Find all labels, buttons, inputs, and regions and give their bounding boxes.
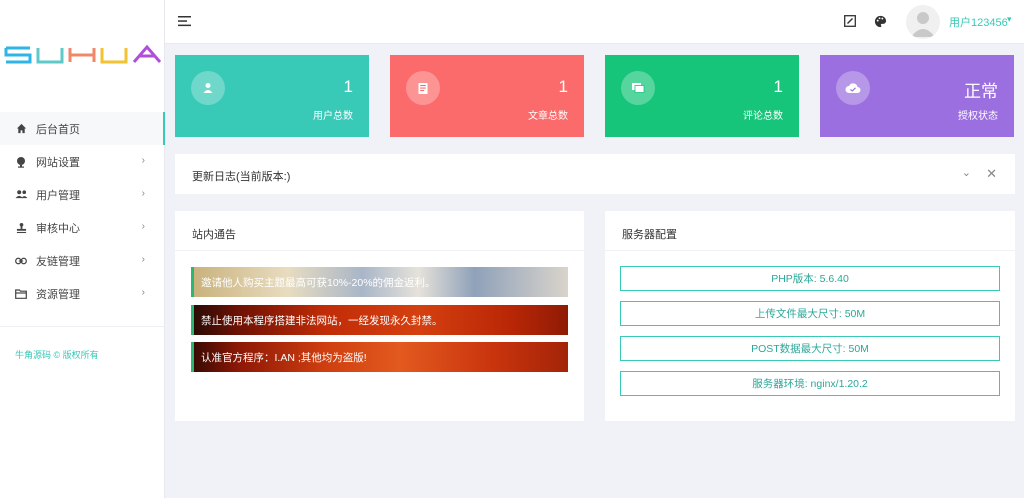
sidebar-item-review[interactable]: 审核中心 › xyxy=(0,211,165,244)
sidebar-footer: 牛角源码 © 版权所有 xyxy=(15,350,99,360)
folder-icon xyxy=(14,287,28,301)
stat-label: 文章总数 xyxy=(528,111,568,122)
server-info-post: POST数据最大尺寸: 50M xyxy=(620,336,1000,361)
stat-value: 1 xyxy=(558,77,568,96)
stat-value: 1 xyxy=(343,77,353,96)
server-info-php: PHP版本: 5.6.40 xyxy=(620,266,1000,291)
notice-item[interactable]: 禁止使用本程序搭建非法网站，一经发现永久封禁。 xyxy=(191,305,568,335)
home-icon xyxy=(14,122,28,136)
top-header: 用户123456 ▾ xyxy=(165,0,1024,44)
menu-toggle-icon[interactable] xyxy=(177,14,193,28)
sidebar-item-site-settings[interactable]: 网站设置 › xyxy=(0,145,165,178)
user-icon xyxy=(191,71,225,105)
stat-card-comments: 1 评论总数 xyxy=(605,55,799,137)
caret-down-icon[interactable]: ▾ xyxy=(1007,14,1012,25)
notice-panel: 站内通告 邀请他人购买主题最高可获10%-20%的佣金返利。 禁止使用本程序搭建… xyxy=(175,211,584,421)
notice-item[interactable]: 认准官方程序：I.AN ;其他均为盗版! xyxy=(191,342,568,372)
sidebar-item-home[interactable]: 后台首页 xyxy=(0,112,165,145)
chevron-down-icon[interactable]: ⌄ xyxy=(962,166,971,179)
users-icon xyxy=(14,188,28,202)
server-panel-title: 服务器配置 xyxy=(622,229,677,241)
cloud-check-icon xyxy=(836,71,870,105)
server-config-panel: 服务器配置 PHP版本: 5.6.40 上传文件最大尺寸: 50M POST数据… xyxy=(605,211,1015,421)
chevron-right-icon: › xyxy=(141,188,145,199)
notice-item[interactable]: 邀请他人购买主题最高可获10%-20%的佣金返利。 xyxy=(191,267,568,297)
divider xyxy=(175,250,584,251)
stamp-icon xyxy=(14,221,28,235)
divider xyxy=(605,250,1015,251)
stat-card-users: 1 用户总数 xyxy=(175,55,369,137)
sidebar-item-resources[interactable]: 资源管理 › xyxy=(0,277,165,310)
username[interactable]: 用户123456 xyxy=(949,14,1008,30)
chevron-right-icon: › xyxy=(141,254,145,265)
link-icon xyxy=(14,254,28,268)
server-info-env: 服务器环境: nginx/1.20.2 xyxy=(620,371,1000,396)
stat-value: 正常 xyxy=(964,82,998,101)
comment-icon xyxy=(621,71,655,105)
update-log-panel: 更新日志(当前版本:) ⌄ ✕ xyxy=(175,154,1015,194)
sidebar-item-label: 后台首页 xyxy=(36,123,80,136)
avatar[interactable] xyxy=(906,5,940,39)
stat-label: 评论总数 xyxy=(743,111,783,122)
update-log-title: 更新日志(当前版本:) xyxy=(192,171,291,183)
sidebar-item-label: 资源管理 xyxy=(36,288,80,301)
stat-card-articles: 1 文章总数 xyxy=(390,55,584,137)
logo xyxy=(4,44,162,64)
document-icon xyxy=(406,71,440,105)
sidebar-item-label: 友链管理 xyxy=(36,255,80,268)
chevron-right-icon: › xyxy=(141,155,145,166)
sidebar-item-label: 审核中心 xyxy=(36,222,80,235)
palette-icon[interactable] xyxy=(872,13,888,29)
notice-panel-title: 站内通告 xyxy=(192,229,236,241)
sidebar-divider xyxy=(0,326,165,327)
chevron-right-icon: › xyxy=(141,287,145,298)
server-info-upload: 上传文件最大尺寸: 50M xyxy=(620,301,1000,326)
sidebar-item-links[interactable]: 友链管理 › xyxy=(0,244,165,277)
stat-card-license: 正常 授权状态 xyxy=(820,55,1014,137)
close-icon[interactable]: ✕ xyxy=(986,166,997,182)
stat-label: 授权状态 xyxy=(958,111,998,122)
sidebar-item-label: 用户管理 xyxy=(36,189,80,202)
stat-value: 1 xyxy=(773,77,783,96)
edit-icon[interactable] xyxy=(842,13,858,29)
globe-icon xyxy=(14,155,28,169)
chevron-right-icon: › xyxy=(141,221,145,232)
sidebar: 后台首页 网站设置 › 用户管理 › 审核中心 › 友链管理 › 资源管理 › … xyxy=(0,0,165,498)
sidebar-item-users[interactable]: 用户管理 › xyxy=(0,178,165,211)
stat-label: 用户总数 xyxy=(313,111,353,122)
sidebar-item-label: 网站设置 xyxy=(36,156,80,169)
